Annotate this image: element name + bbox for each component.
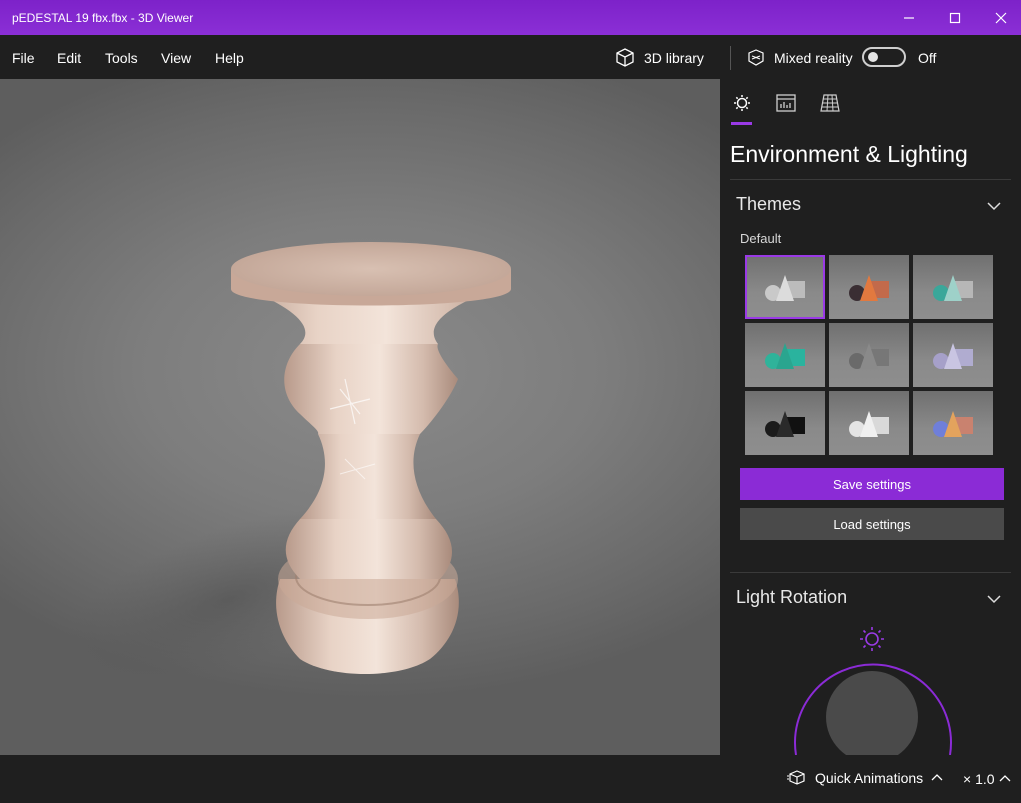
themes-heading[interactable]: Themes <box>736 194 801 215</box>
active-tab-indicator <box>731 122 752 125</box>
mixed-reality-label: Mixed reality <box>774 50 853 66</box>
light-rotation-heading[interactable]: Light Rotation <box>736 587 847 608</box>
playback-speed[interactable]: × 1.0 <box>963 771 1011 787</box>
theme-preview-icon <box>933 275 973 301</box>
save-settings-button[interactable]: Save settings <box>740 468 1004 500</box>
chevron-up-icon <box>999 775 1010 782</box>
maximize-button[interactable] <box>932 0 978 35</box>
section-divider <box>730 572 1011 573</box>
chevron-down-icon[interactable] <box>986 591 1002 607</box>
3d-library-button[interactable]: 3D library <box>614 47 704 69</box>
chevron-up-icon <box>931 774 943 781</box>
pedestal-model <box>59 242 511 690</box>
panel-title: Environment & Lighting <box>730 141 968 167</box>
toggle-knob <box>868 52 878 62</box>
grid-icon <box>820 94 840 112</box>
animation-cube-icon <box>787 770 805 785</box>
sun-icon[interactable] <box>860 627 884 651</box>
stats-icon <box>776 94 796 112</box>
theme-preview-icon <box>933 343 973 369</box>
status-bar: Quick Animations × 1.0 <box>0 755 1021 803</box>
menu-file[interactable]: File <box>12 50 35 66</box>
menu-divider <box>730 46 731 70</box>
theme-thumbnail[interactable] <box>745 323 825 387</box>
menu-view[interactable]: View <box>161 50 191 66</box>
theme-thumbnail[interactable] <box>829 391 909 455</box>
light-sphere <box>826 671 918 755</box>
theme-preview-icon <box>765 275 805 301</box>
theme-thumbnail[interactable] <box>913 255 993 319</box>
chevron-down-icon[interactable] <box>986 198 1002 214</box>
theme-thumbnail[interactable] <box>829 323 909 387</box>
toggle-state-label: Off <box>918 50 937 66</box>
theme-thumbnail[interactable] <box>913 391 993 455</box>
menu-tools[interactable]: Tools <box>105 50 138 66</box>
tab-lighting[interactable] <box>730 91 754 115</box>
tab-stats[interactable] <box>774 91 798 115</box>
mixed-reality-button[interactable]: Mixed reality <box>746 47 853 69</box>
theme-preview-icon <box>849 411 889 437</box>
3d-viewport[interactable] <box>0 79 720 755</box>
themes-grid <box>745 255 995 457</box>
theme-preview-icon <box>765 343 805 369</box>
theme-preview-icon <box>849 275 889 301</box>
tab-grid[interactable] <box>818 91 842 115</box>
lighting-icon <box>734 95 750 111</box>
themes-subheading: Default <box>740 231 782 246</box>
theme-thumbnail[interactable] <box>913 323 993 387</box>
maximize-icon <box>949 12 961 23</box>
menu-help[interactable]: Help <box>215 50 244 66</box>
title-bar: pEDESTAL 19 fbx.fbx - 3D Viewer <box>0 0 1021 35</box>
theme-preview-icon <box>849 343 889 369</box>
menu-edit[interactable]: Edit <box>57 50 81 66</box>
minimize-button[interactable] <box>886 0 932 35</box>
section-divider <box>730 179 1011 180</box>
mixed-reality-icon <box>748 49 764 66</box>
quick-animations-label: Quick Animations <box>815 770 924 786</box>
window-title: pEDESTAL 19 fbx.fbx - 3D Viewer <box>12 11 194 25</box>
close-icon <box>995 12 1007 23</box>
theme-thumbnail[interactable] <box>745 255 825 319</box>
speed-label: × 1.0 <box>963 771 995 787</box>
theme-thumbnail[interactable] <box>829 255 909 319</box>
quick-animations-button[interactable]: Quick Animations <box>787 769 943 787</box>
cube-icon <box>616 48 634 67</box>
close-button[interactable] <box>978 0 1021 35</box>
theme-preview-icon <box>933 411 973 437</box>
light-rotation-dial[interactable] <box>780 619 960 755</box>
menu-bar: File Edit Tools View Help 3D library Mix… <box>0 35 1021 79</box>
load-settings-button[interactable]: Load settings <box>740 508 1004 540</box>
environment-panel: Environment & Lighting Themes Default Sa… <box>720 79 1021 755</box>
3d-library-label: 3D library <box>644 50 704 66</box>
mixed-reality-toggle[interactable] <box>862 47 906 67</box>
theme-preview-icon <box>765 411 805 437</box>
minimize-icon <box>904 16 914 19</box>
theme-thumbnail[interactable] <box>745 391 825 455</box>
